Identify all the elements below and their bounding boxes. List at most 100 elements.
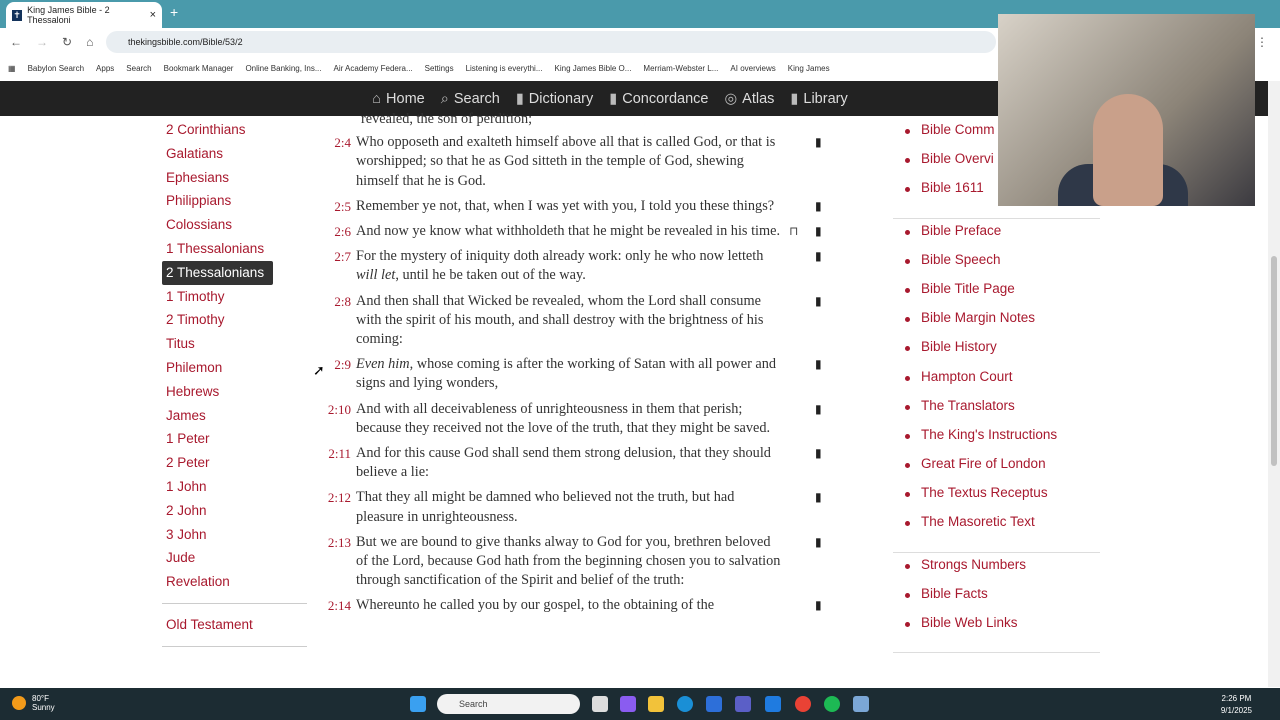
nav-search[interactable]: ⌕ Search (441, 91, 500, 107)
book-icon[interactable]: ▮ (815, 596, 822, 615)
task-view-icon[interactable] (592, 696, 608, 712)
nav-concordance[interactable]: ▮ Concordance (609, 91, 708, 107)
bookmark-item[interactable]: Online Banking, Ins... (245, 64, 321, 73)
book-link[interactable]: James (162, 404, 307, 428)
new-tab-button[interactable]: + (170, 4, 178, 20)
app-icon[interactable] (853, 696, 869, 712)
book-link[interactable]: 2 Timothy (162, 308, 307, 332)
book-icon[interactable]: ▮ (815, 533, 822, 552)
bookmark-item[interactable]: Settings (425, 64, 454, 73)
book-icon[interactable]: ▮ (815, 355, 822, 374)
close-tab-icon[interactable]: × (150, 9, 156, 21)
verse-number[interactable]: 2:6 (325, 222, 356, 241)
bookmark-item[interactable]: King James Bible O... (555, 64, 632, 73)
nav-home[interactable]: ⌂ Home (372, 91, 424, 107)
copilot-icon[interactable] (620, 696, 636, 712)
verse-number[interactable]: 2:4 (325, 133, 356, 191)
browser-tab[interactable]: ✝ King James Bible - 2 Thessaloni × (6, 2, 162, 28)
book-link[interactable]: 1 Timothy (162, 285, 307, 309)
reload-icon[interactable]: ↻ (62, 35, 72, 49)
verse-number[interactable]: 2:13 (325, 533, 356, 591)
book-link[interactable]: Ephesians (162, 166, 307, 190)
bookmark-item[interactable]: AI overviews (730, 64, 775, 73)
book-link[interactable]: Hebrews (162, 380, 307, 404)
library-link[interactable]: Strongs Numbers (893, 557, 1100, 586)
book-link[interactable]: Philippians (162, 189, 307, 213)
book-icon[interactable]: ▮ (815, 222, 822, 241)
taskbar-search[interactable]: Search (437, 694, 580, 714)
book-link[interactable]: Colossians (162, 213, 307, 237)
store-icon[interactable] (706, 696, 722, 712)
back-icon[interactable]: ← (10, 35, 22, 49)
verse-number[interactable]: 2:14 (325, 596, 356, 615)
book-link[interactable]: 1 Peter (162, 427, 307, 451)
verse-number[interactable]: 2:8 (325, 292, 356, 350)
book-link[interactable]: Galatians (162, 142, 307, 166)
verse-number[interactable]: 2:7 (325, 247, 356, 285)
bookmark-item[interactable]: Air Academy Federa... (334, 64, 413, 73)
book-icon[interactable]: ▮ (815, 247, 822, 266)
library-link[interactable]: The Translators (893, 398, 1100, 427)
verse-number[interactable]: 2:5 (325, 197, 356, 216)
book-link[interactable]: Revelation (162, 570, 307, 594)
weather-widget[interactable]: 80°F Sunny (12, 694, 55, 712)
nav-library[interactable]: ▮ Library (790, 91, 847, 107)
book-link[interactable]: Philemon (162, 356, 307, 380)
bookmark-item[interactable]: Apps (96, 64, 114, 73)
library-link[interactable]: Bible Title Page (893, 281, 1100, 310)
library-link[interactable]: Bible Speech (893, 252, 1100, 281)
book-icon[interactable]: ▮ (815, 444, 822, 463)
edge-icon[interactable] (677, 696, 693, 712)
library-link[interactable]: The Masoretic Text (893, 514, 1100, 543)
verse-number[interactable]: 2:11 (325, 444, 356, 482)
url-input[interactable]: thekingsbible.com/Bible/53/2 (106, 31, 996, 53)
book-link[interactable]: 2 John (162, 499, 307, 523)
book-icon[interactable]: ▮ (815, 133, 822, 152)
bookmark-item[interactable]: Search (126, 64, 151, 73)
library-link[interactable]: Bible Preface (893, 223, 1100, 252)
library-link[interactable]: Bible Facts (893, 586, 1100, 615)
start-icon[interactable] (410, 696, 426, 712)
book-link[interactable]: 2 Peter (162, 451, 307, 475)
app-icon[interactable] (765, 696, 781, 712)
verse-number[interactable]: 2:10 (325, 400, 356, 438)
book-icon[interactable]: ▮ (815, 400, 822, 419)
book-link[interactable]: Titus (162, 332, 307, 356)
menu-icon[interactable]: ⋮ (1256, 35, 1268, 49)
chrome-icon[interactable] (795, 696, 811, 712)
page-scrollbar[interactable] (1268, 81, 1280, 687)
book-link[interactable]: 3 John (162, 523, 307, 547)
book-icon[interactable]: ▮ (815, 292, 822, 311)
book-link[interactable]: 1 Thessalonians (162, 237, 307, 261)
book-link[interactable]: 2 Corinthians (162, 118, 307, 142)
bookmark-item[interactable]: Listening is everythi... (466, 64, 543, 73)
book-link[interactable]: Jude (162, 546, 307, 570)
apps-grid-icon[interactable]: ▦ (8, 64, 16, 73)
library-link[interactable]: Bible History (893, 339, 1100, 368)
spotify-icon[interactable] (824, 696, 840, 712)
book-icon[interactable]: ▮ (815, 488, 822, 507)
old-testament-link[interactable]: Old Testament (162, 613, 307, 637)
library-link[interactable]: Hampton Court (893, 369, 1100, 398)
library-link[interactable]: The Textus Receptus (893, 485, 1100, 514)
clock[interactable]: 2:26 PM 9/1/2025 (1221, 693, 1252, 717)
verse-number[interactable]: 2:9 (325, 355, 356, 393)
library-link[interactable]: Bible Margin Notes (893, 310, 1100, 339)
bookmark-item[interactable]: King James (788, 64, 830, 73)
nav-dictionary[interactable]: ▮ Dictionary (516, 91, 593, 107)
library-link[interactable]: Bible Web Links (893, 615, 1100, 644)
library-link[interactable]: The King's Instructions (893, 427, 1100, 456)
library-link[interactable]: Great Fire of London (893, 456, 1100, 485)
bookmark-icon[interactable]: ⊓ (789, 222, 798, 241)
bookmark-item[interactable]: Babylon Search (28, 64, 84, 73)
forward-icon[interactable]: → (36, 35, 48, 49)
teams-icon[interactable] (735, 696, 751, 712)
home-icon[interactable]: ⌂ (86, 35, 93, 49)
bookmark-item[interactable]: Merriam-Webster L... (643, 64, 718, 73)
file-explorer-icon[interactable] (648, 696, 664, 712)
nav-atlas[interactable]: ◎ Atlas (725, 91, 775, 107)
book-link[interactable]: 1 John (162, 475, 307, 499)
bookmark-item[interactable]: Bookmark Manager (164, 64, 234, 73)
book-icon[interactable]: ▮ (815, 197, 822, 216)
verse-number[interactable]: 2:12 (325, 488, 356, 526)
